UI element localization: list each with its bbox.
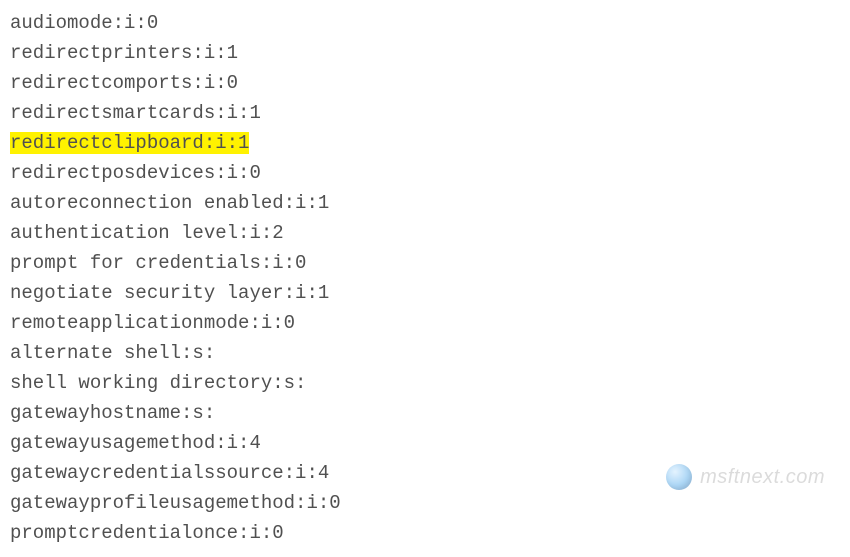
config-line: audiomode:i:0 xyxy=(10,8,840,38)
config-line: redirectprinters:i:1 xyxy=(10,38,840,68)
config-line: gatewayprofileusagemethod:i:0 xyxy=(10,488,840,518)
config-text-block: audiomode:i:0redirectprinters:i:1redirec… xyxy=(10,8,840,548)
config-line: alternate shell:s: xyxy=(10,338,840,368)
config-line: negotiate security layer:i:1 xyxy=(10,278,840,308)
config-line: autoreconnection enabled:i:1 xyxy=(10,188,840,218)
config-line: redirectclipboard:i:1 xyxy=(10,128,840,158)
config-line: remoteapplicationmode:i:0 xyxy=(10,308,840,338)
config-line: promptcredentialonce:i:0 xyxy=(10,518,840,548)
config-line: prompt for credentials:i:0 xyxy=(10,248,840,278)
config-line: gatewayhostname:s: xyxy=(10,398,840,428)
config-line: authentication level:i:2 xyxy=(10,218,840,248)
config-line: gatewaycredentialssource:i:4 xyxy=(10,458,840,488)
config-line: redirectcomports:i:0 xyxy=(10,68,840,98)
highlighted-line: redirectclipboard:i:1 xyxy=(10,132,249,154)
config-line: redirectsmartcards:i:1 xyxy=(10,98,840,128)
config-line: gatewayusagemethod:i:4 xyxy=(10,428,840,458)
config-line: redirectposdevices:i:0 xyxy=(10,158,840,188)
config-line: shell working directory:s: xyxy=(10,368,840,398)
